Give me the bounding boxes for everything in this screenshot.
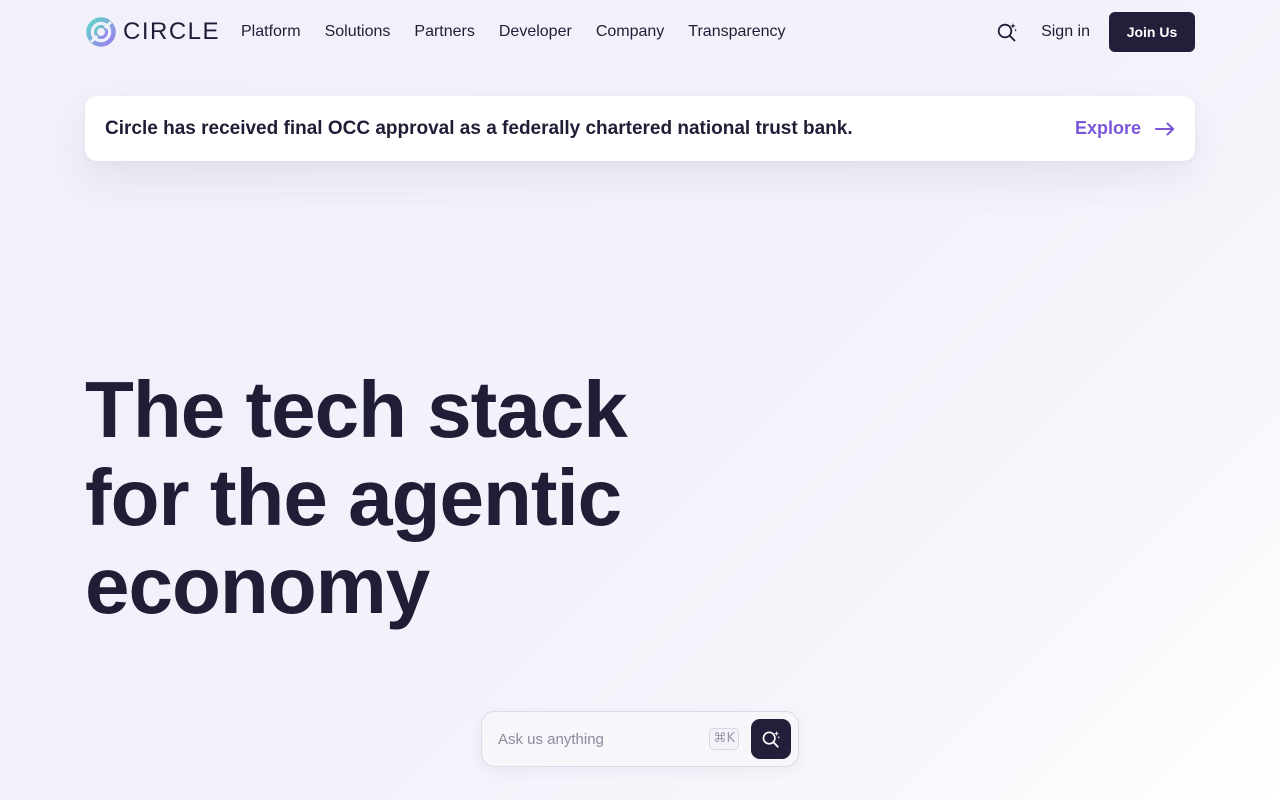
nav-transparency[interactable]: Transparency	[688, 20, 785, 44]
nav-partners[interactable]: Partners	[414, 20, 474, 44]
hero-title-line: for the agentic	[85, 453, 622, 542]
banner-text: Circle has received final OCC approval a…	[105, 117, 853, 139]
nav-solutions[interactable]: Solutions	[325, 20, 391, 44]
circle-logo-icon	[86, 17, 116, 47]
main-nav: Platform Solutions Partners Developer Co…	[241, 20, 810, 44]
search-button[interactable]	[995, 20, 1019, 44]
announcement-banner: Circle has received final OCC approval a…	[85, 96, 1195, 161]
sign-in-link[interactable]: Sign in	[1041, 23, 1090, 41]
explore-label: Explore	[1074, 118, 1141, 138]
ask-input[interactable]	[498, 724, 710, 754]
sparkle-search-icon	[997, 23, 1018, 42]
arrow-right-icon	[1155, 122, 1175, 135]
sparkle-search-icon	[762, 730, 781, 748]
nav-developer[interactable]: Developer	[499, 20, 572, 44]
nav-platform[interactable]: Platform	[241, 20, 301, 44]
join-us-button[interactable]: Join Us	[1109, 12, 1195, 52]
hero-title-line: The tech stack	[85, 365, 628, 454]
header-actions: Sign in Join Us	[995, 12, 1195, 52]
site-header: CIRCLE Platform Solutions Partners Devel…	[0, 0, 1280, 64]
ask-submit-button[interactable]	[751, 719, 791, 759]
logo-text: CIRCLE	[123, 18, 221, 45]
hero-title-line: economy	[85, 541, 430, 630]
circle-logo[interactable]: CIRCLE	[85, 16, 220, 48]
nav-company[interactable]: Company	[596, 20, 664, 44]
explore-link[interactable]: Explore	[1075, 118, 1175, 139]
ask-bar: ⌘K	[481, 711, 799, 767]
shortcut-hint: ⌘K	[709, 728, 739, 750]
hero-title: The tech stack for the agentic economy	[85, 366, 725, 630]
